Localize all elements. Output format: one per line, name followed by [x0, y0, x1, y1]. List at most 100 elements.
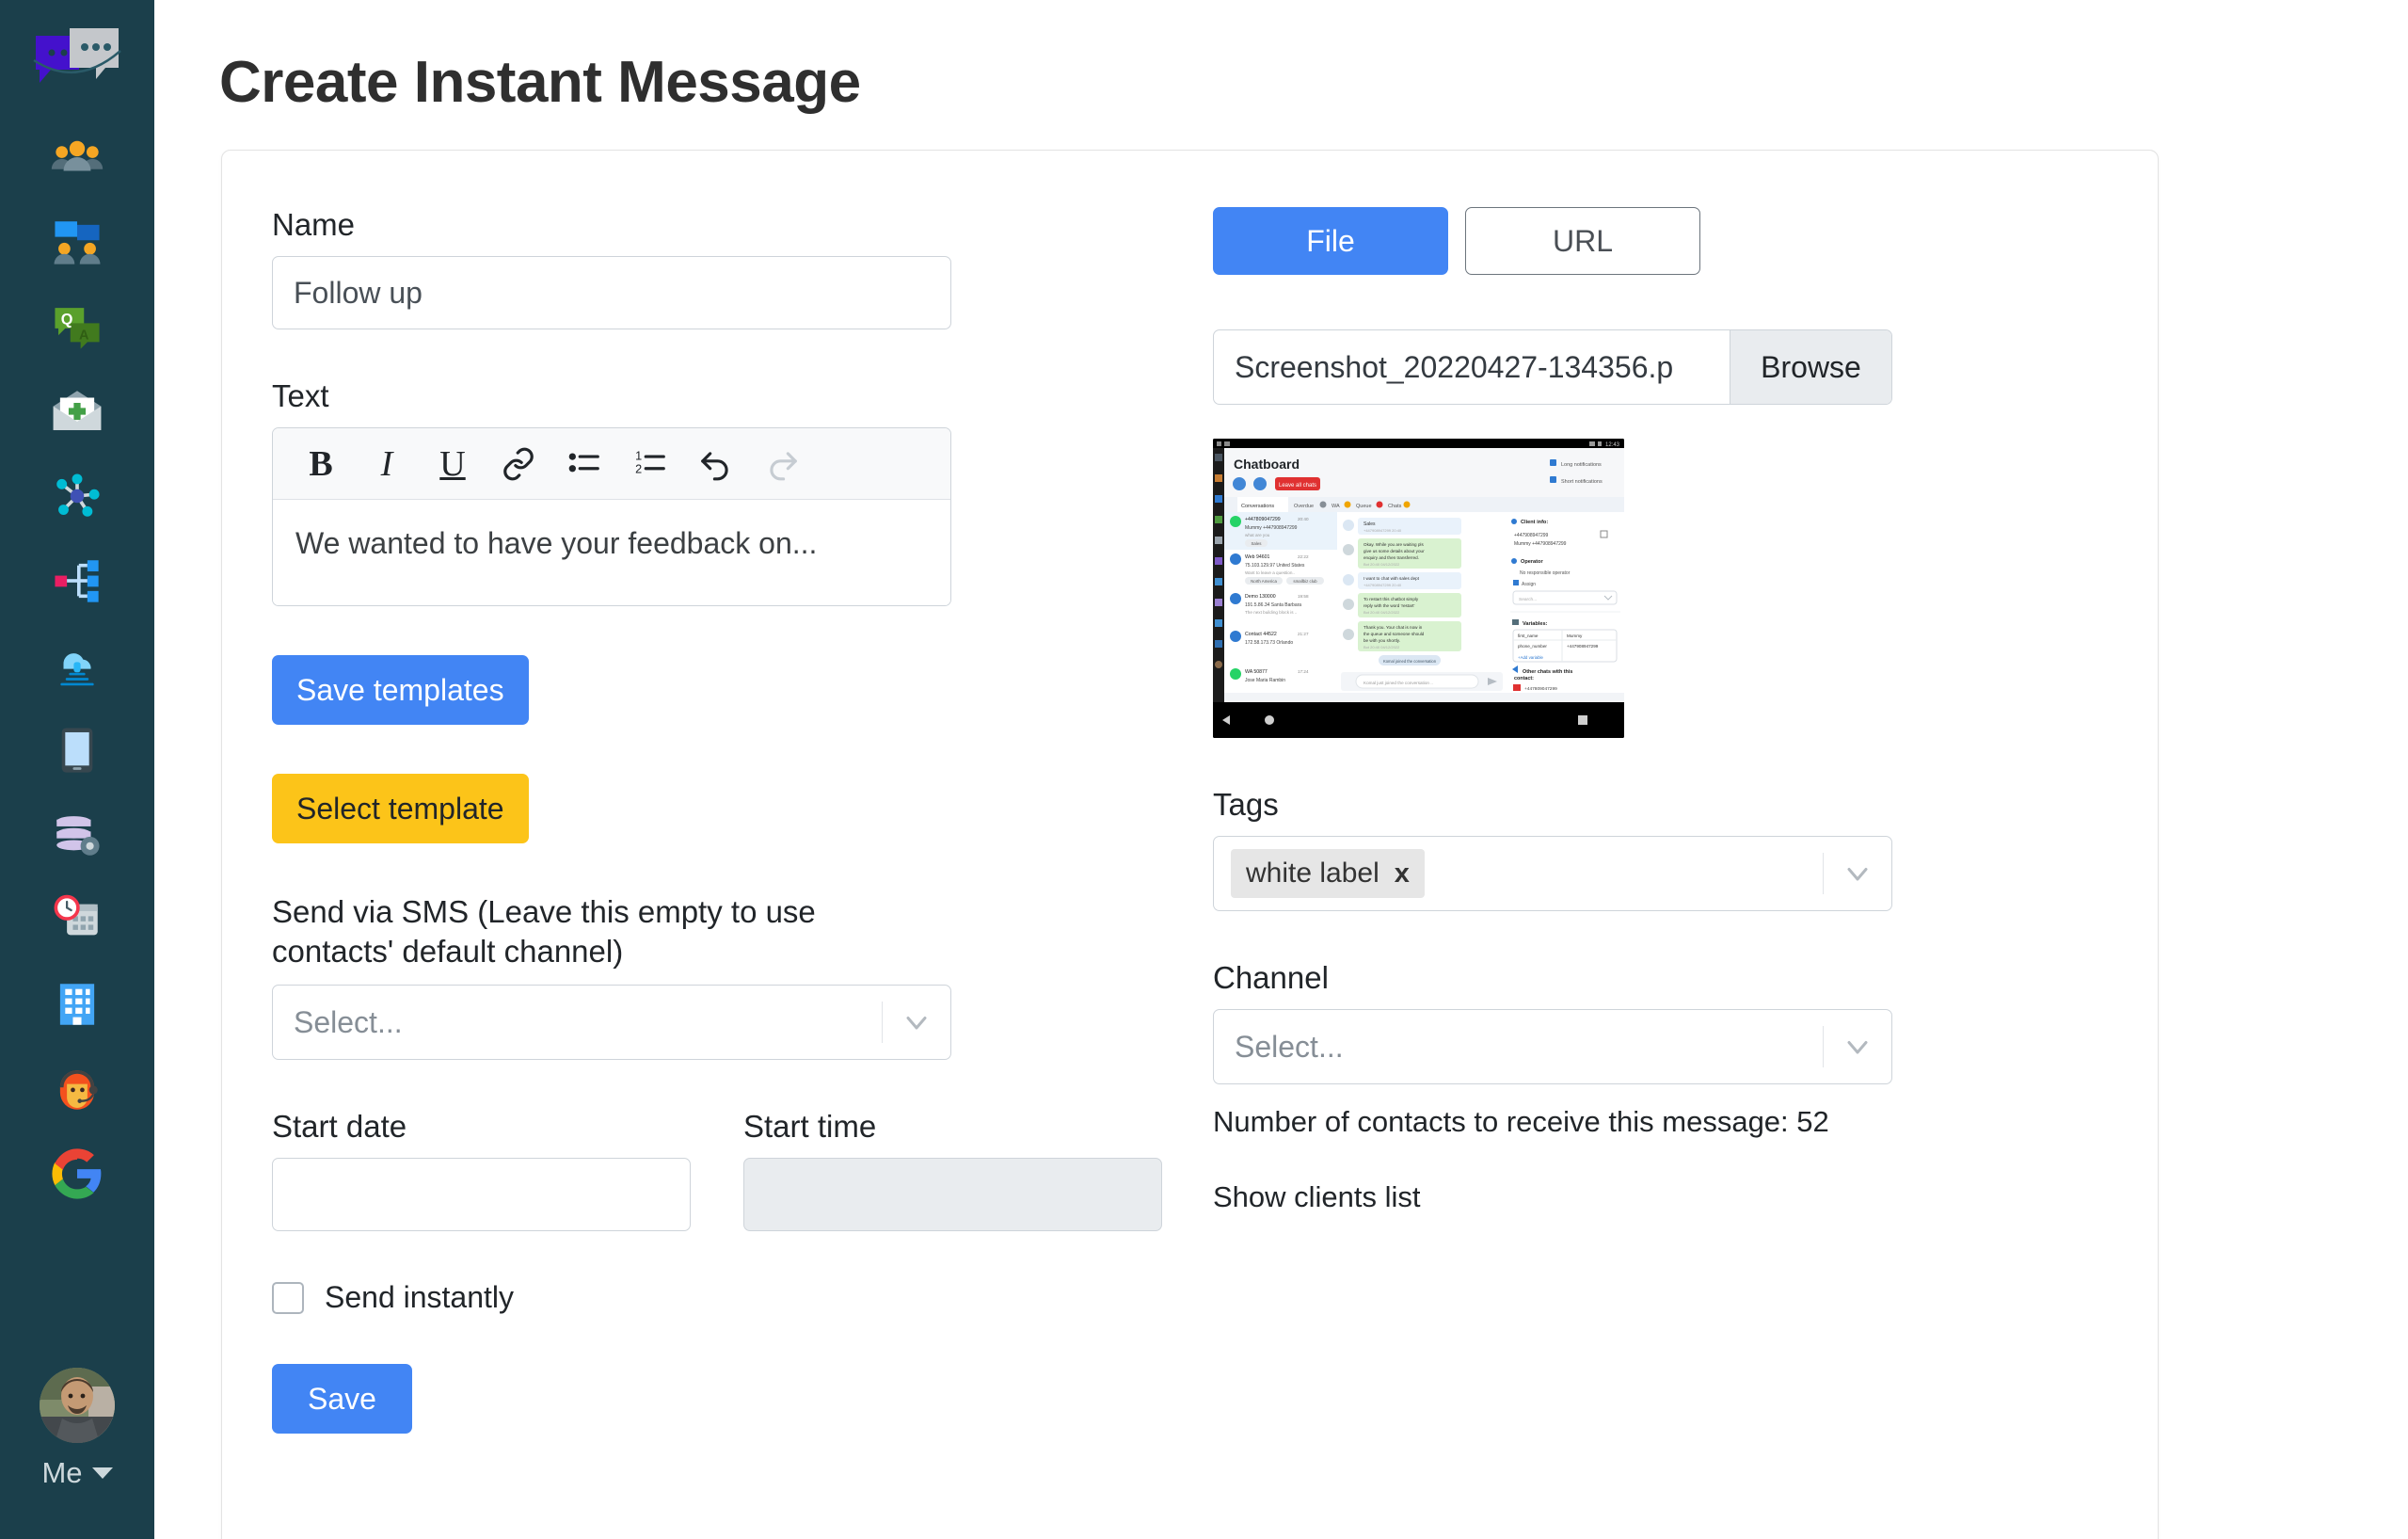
svg-text:75.103.129.97 United States: 75.103.129.97 United States	[1245, 563, 1305, 569]
chevron-down-icon[interactable]	[1824, 1010, 1891, 1083]
svg-text:the queue and someone should: the queue and someone should	[1363, 632, 1425, 636]
support-agent-icon	[59, 1070, 98, 1110]
sidebar-item-google[interactable]	[30, 1131, 124, 1216]
show-clients-list-link[interactable]: Show clients list	[1213, 1180, 2123, 1214]
sms-field-group: Send via SMS (Leave this empty to use co…	[272, 892, 1172, 1061]
svg-text:Want to leave a question..: Want to leave a question..	[1245, 570, 1295, 575]
file-name-input[interactable]: Screenshot_20220427-134356.p	[1214, 330, 1730, 404]
svg-text:Web 94601: Web 94601	[1245, 554, 1270, 560]
tab-url[interactable]: URL	[1465, 207, 1700, 275]
svg-text:what are you: what are you	[1245, 533, 1270, 537]
svg-text:+447908947299 20:40: +447908947299 20:40	[1363, 583, 1402, 587]
sidebar-item-devices[interactable]	[30, 708, 124, 793]
attachment-source-tabs: File URL	[1213, 207, 2123, 275]
svg-text:172.58.173.73 Orlando: 172.58.173.73 Orlando	[1245, 640, 1293, 646]
svg-text:Komal just joined the conversa: Komal just joined the conversation ..	[1363, 681, 1433, 685]
italic-icon[interactable]: I	[354, 435, 420, 493]
svg-text:Client info:: Client info:	[1521, 520, 1548, 525]
chevron-down-icon[interactable]	[1824, 837, 1891, 910]
svg-text:enquiry and then transferred.: enquiry and then transferred.	[1363, 555, 1419, 560]
sidebar-item-cloud-upload[interactable]	[30, 623, 124, 708]
svg-text:Long notifications: Long notifications	[1561, 462, 1602, 468]
schedule-row: Start date Start time	[272, 1109, 1172, 1232]
sidebar-item-integrations[interactable]	[30, 454, 124, 538]
svg-text:reply with the word 'restart': reply with the word 'restart'	[1363, 603, 1414, 608]
chatboard-logo-icon[interactable]	[28, 15, 126, 96]
sidebar-item-new-message[interactable]	[30, 369, 124, 454]
redo-icon[interactable]	[749, 435, 815, 493]
tablet-device-icon	[61, 728, 93, 773]
tags-label: Tags	[1213, 787, 1279, 822]
user-menu-button[interactable]: Me	[41, 1456, 113, 1490]
clock-calendar-icon	[54, 894, 98, 936]
link-icon[interactable]	[486, 435, 551, 493]
svg-text:19:58: 19:58	[1298, 594, 1309, 599]
send-instantly-checkbox[interactable]	[272, 1281, 304, 1314]
svg-text:2: 2	[635, 462, 642, 475]
svg-text:smallbiz club: smallbiz club	[1293, 579, 1317, 584]
send-instantly-row[interactable]: Send instantly	[272, 1280, 1172, 1315]
channel-select[interactable]: Select...	[1213, 1009, 1892, 1084]
sidebar-item-data-settings[interactable]	[30, 793, 124, 877]
svg-text:phone_number: phone_number	[1518, 644, 1547, 649]
start-time-group: Start time	[743, 1109, 1162, 1232]
svg-text:17:24: 17:24	[1298, 669, 1309, 674]
user-menu-label: Me	[41, 1456, 83, 1489]
tags-select[interactable]: white label x	[1213, 836, 1892, 911]
qa-bubbles-icon: Q A	[55, 308, 100, 349]
svg-text:Bot 20:40 04/12/2022: Bot 20:40 04/12/2022	[1363, 645, 1400, 649]
browse-button[interactable]: Browse	[1730, 330, 1891, 404]
app-root: Q A Me Create Instant Message Name Follo…	[0, 0, 2408, 1539]
numbered-list-icon[interactable]: 1 2	[617, 435, 683, 493]
name-field-group: Name	[272, 207, 1172, 329]
svg-text:Contact 44522: Contact 44522	[1245, 632, 1277, 637]
start-date-group: Start date	[272, 1109, 691, 1232]
svg-text:A: A	[79, 329, 89, 344]
svg-text:Bot 20:40 04/12/2022: Bot 20:40 04/12/2022	[1363, 610, 1400, 615]
svg-text:+447809047299: +447809047299	[1245, 517, 1281, 522]
attachment-preview-thumbnail[interactable]: 12:43 Chatboard Leave all chats Long not…	[1213, 439, 1624, 738]
sidebar-item-scheduler[interactable]	[30, 877, 124, 962]
svg-text:The next building block is ..: The next building block is ..	[1245, 610, 1297, 615]
chevron-down-icon[interactable]	[883, 986, 950, 1059]
svg-text:Okay. While you are waiting pl: Okay. While you are waiting pls	[1363, 542, 1424, 547]
remove-tag-icon[interactable]: x	[1379, 849, 1425, 898]
svg-text:20:40: 20:40	[1298, 517, 1309, 521]
svg-text:contact:: contact:	[1514, 676, 1534, 681]
svg-text:Conversations: Conversations	[1241, 504, 1274, 509]
editor-toolbar: B I U 1 2	[273, 428, 950, 500]
building-office-icon	[59, 984, 95, 1025]
file-picker-row[interactable]: Screenshot_20220427-134356.p Browse	[1213, 329, 1892, 405]
sidebar-item-team-chat[interactable]	[30, 200, 124, 284]
sidebar-item-flows[interactable]	[30, 538, 124, 623]
save-templates-button[interactable]: Save templates	[272, 655, 529, 725]
start-date-input[interactable]	[272, 1158, 691, 1232]
name-input[interactable]	[272, 256, 951, 329]
underline-icon[interactable]: U	[420, 435, 486, 493]
undo-icon[interactable]	[683, 435, 749, 493]
sidebar-item-support[interactable]	[30, 1047, 124, 1131]
chevron-down-icon	[91, 1467, 113, 1479]
svg-text:Chats: Chats	[1388, 504, 1402, 509]
sidebar-item-contacts[interactable]	[30, 115, 124, 200]
editor-body[interactable]: We wanted to have your feedback on...	[273, 500, 950, 605]
form-left-column: Name Text B I	[222, 207, 1172, 1539]
sms-select[interactable]: Select...	[272, 985, 951, 1061]
svg-text:Demo 130000: Demo 130000	[1245, 594, 1276, 600]
svg-text:Thank you. Your chat is now in: Thank you. Your chat is now in	[1363, 625, 1423, 630]
svg-text:Bot 20:40 04/12/2022: Bot 20:40 04/12/2022	[1363, 562, 1400, 567]
contacts-group-icon	[51, 140, 104, 171]
sidebar-item-qa[interactable]: Q A	[30, 284, 124, 369]
select-template-button[interactable]: Select template	[272, 774, 529, 843]
database-gear-icon	[56, 816, 100, 856]
svg-text:Sales: Sales	[1252, 541, 1263, 546]
sidebar-item-company[interactable]	[30, 962, 124, 1047]
channel-field-group: Channel Select... Number of contacts to …	[1213, 960, 2123, 1214]
start-time-input[interactable]	[743, 1158, 1162, 1232]
user-avatar[interactable]	[40, 1368, 115, 1443]
bold-icon[interactable]: B	[288, 435, 354, 493]
sidebar-nav: Q A	[30, 115, 124, 1216]
save-button[interactable]: Save	[272, 1364, 412, 1435]
bullet-list-icon[interactable]	[551, 435, 617, 493]
tab-file[interactable]: File	[1213, 207, 1448, 275]
